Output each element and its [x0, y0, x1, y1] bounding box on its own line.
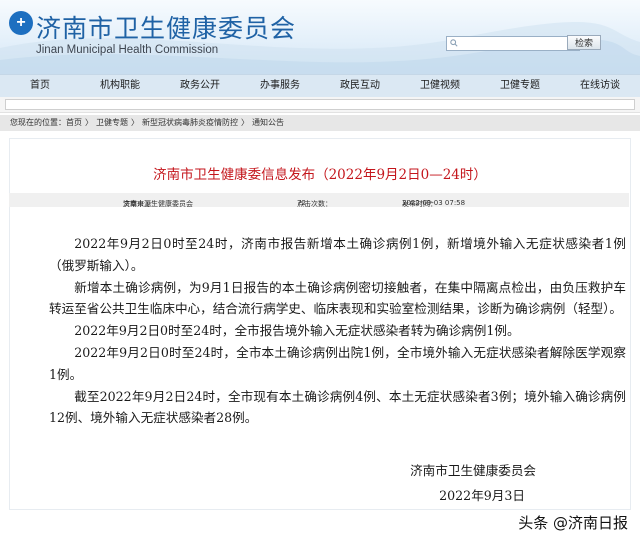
nav-item-services[interactable]: 办事服务 [240, 75, 320, 97]
nav-item-interviews[interactable]: 在线访谈 [560, 75, 640, 97]
breadcrumb-item-covid[interactable]: 新型冠状病毒肺炎疫情防控 [142, 118, 238, 127]
nav-item-topics[interactable]: 卫健专题 [480, 75, 560, 97]
nav-item-home[interactable]: 首页 [0, 75, 80, 97]
breadcrumb-item-notices[interactable]: 通知公告 [252, 118, 284, 127]
search-button[interactable]: 检索 [567, 35, 601, 50]
notice-bar [0, 97, 640, 113]
article-paragraph: 新增本土确诊病例，为9月1日报告的本土确诊病例密切接触者，在集中隔离点检出，由负… [49, 279, 626, 317]
date-value: 2022-09-03 07:58 [402, 199, 466, 207]
article-paragraph: 2022年9月2日0时至24时，全市本土确诊病例出院1例，全市境外输入无症状感染… [49, 344, 626, 382]
article-paragraph: 2022年9月2日0时至24时，济南市报告新增本土确诊病例1例，新增境外输入无症… [49, 236, 626, 273]
breadcrumb-prefix: 您现在的位置： [10, 118, 66, 127]
site-logo[interactable]: + [9, 11, 33, 35]
article-paragraph: 2022年9月2日0时至24时，全市报告境外输入无症状感染者转为确诊病例1例。 [74, 323, 520, 339]
breadcrumb-separator: 〉 [241, 118, 249, 127]
search-icon [450, 39, 458, 47]
search-input[interactable] [446, 36, 580, 51]
source-value: 济南市卫生健康委员会 [123, 200, 193, 208]
article-paragraph: 截至2022年9月2日24时，全市现有本土确诊病例4例、本土无症状感染者3例；境… [49, 388, 626, 426]
breadcrumb-item-home[interactable]: 首页 [66, 118, 82, 127]
article-signature-date: 2022年9月3日 [439, 488, 525, 503]
watermark: 头条 @济南日报 [518, 514, 628, 532]
breadcrumb-item-topics[interactable]: 卫健专题 [96, 118, 128, 127]
article-meta: 文章来源： 济南市卫生健康委员会 点击次数： 72 发布时间： 2022-09-03 … [9, 193, 629, 208]
nav-item-functions[interactable]: 机构职能 [80, 75, 160, 97]
nav-item-government-affairs[interactable]: 政务公开 [160, 75, 240, 97]
nav-item-videos[interactable]: 卫健视频 [400, 75, 480, 97]
breadcrumb-separator: 〉 [131, 118, 139, 127]
nav-item-interaction[interactable]: 政民互动 [320, 75, 400, 97]
article-signature: 济南市卫生健康委员会 [410, 463, 536, 478]
main-nav: 首页 机构职能 政务公开 办事服务 政民互动 卫健视频 卫健专题 在线访谈 [0, 74, 640, 98]
clicks-value: 72 [297, 199, 306, 207]
notice-box [5, 99, 635, 110]
site-subtitle: Jinan Municipal Health Commission [36, 44, 219, 56]
article-body: 2022年9月2日0时至24时，济南市报告新增本土确诊病例1例，新增境外输入无症… [49, 233, 626, 429]
article-title: 济南市卫生健康委信息发布（2022年9月2日0—24时） [153, 167, 487, 183]
breadcrumb: 您现在的位置：首页〉卫健专题〉新型冠状病毒肺炎疫情防控〉通知公告 [0, 115, 640, 131]
site-header: + 济南市卫生健康委员会 Jinan Municipal Health Comm… [0, 0, 640, 74]
breadcrumb-separator: 〉 [85, 118, 93, 127]
site-title[interactable]: 济南市卫生健康委员会 [36, 9, 296, 45]
